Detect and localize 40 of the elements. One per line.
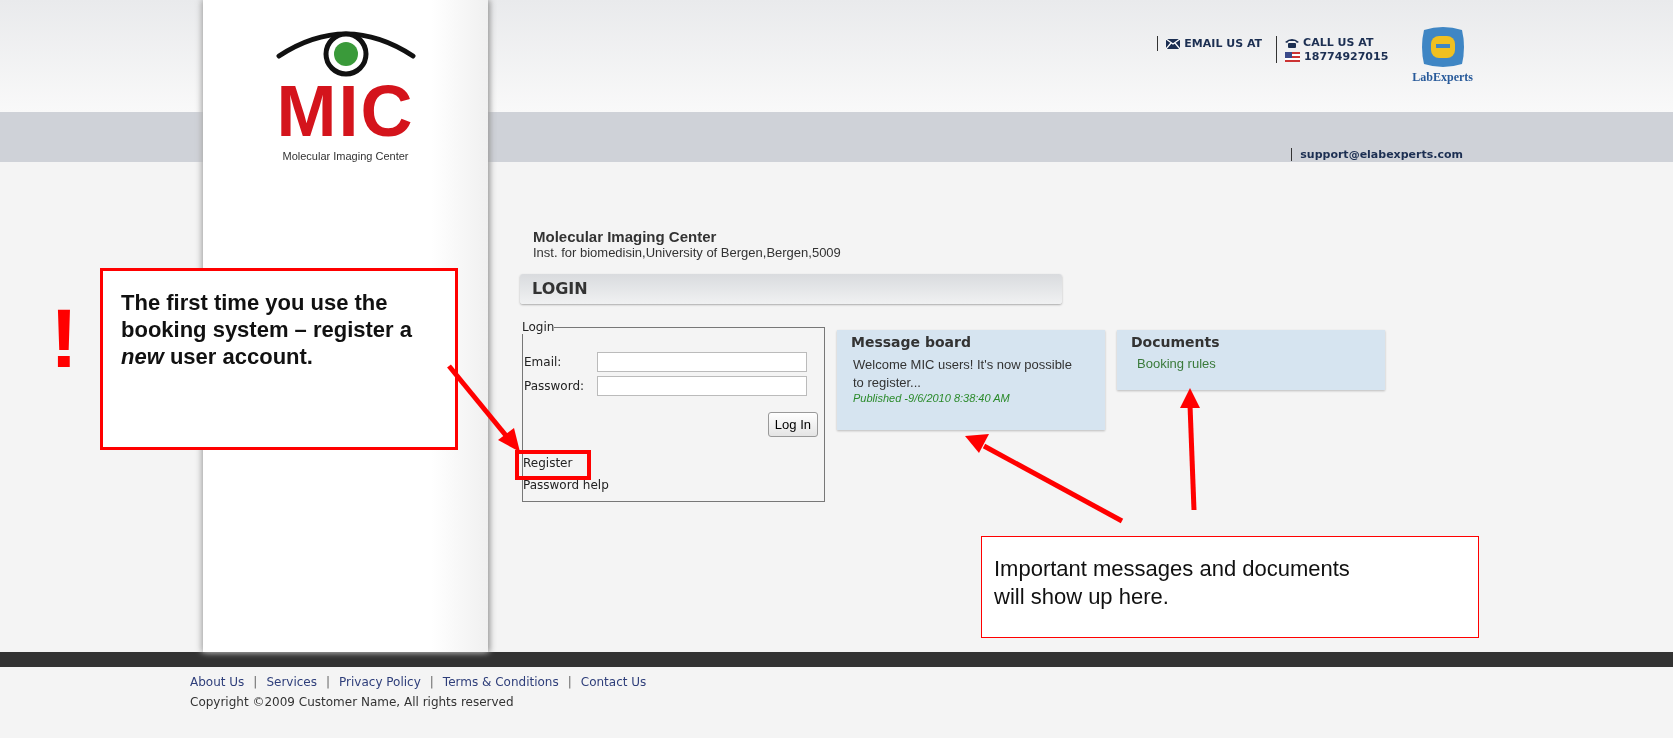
footer-link[interactable]: Services	[266, 675, 317, 689]
partner-logo-icon	[1419, 24, 1466, 70]
organization-name: Molecular Imaging Center	[533, 228, 718, 245]
phone-number[interactable]: 18774927015	[1304, 50, 1389, 63]
login-legend: Login	[522, 320, 555, 334]
logo-title: MIC	[276, 78, 415, 144]
copyright-text: Copyright ©2009 Customer Name, All rights reserved	[190, 695, 515, 709]
panel-title: Documents	[1131, 334, 1221, 350]
envelope-icon	[1166, 38, 1181, 49]
partner-name: LabExperts	[1412, 70, 1473, 85]
field-label: Email:	[523, 355, 563, 369]
panel-title: Message board	[851, 334, 972, 350]
link-separator: |	[253, 675, 258, 689]
telephone-icon	[1285, 37, 1300, 48]
input-field[interactable]	[597, 376, 807, 396]
login-link[interactable]: Register	[523, 456, 573, 470]
email-label: EMAIL US AT	[1184, 37, 1263, 50]
organization-address: Inst. for biomedisin,University of Bergen,Bergen,5009	[533, 245, 842, 260]
login-link[interactable]: Password help	[523, 478, 609, 492]
link-separator: |	[326, 675, 331, 689]
callout-note: The first time you use the booking system – register a new user account.	[100, 268, 458, 450]
link-separator: |	[567, 675, 572, 689]
login-heading: LOGIN	[520, 274, 1062, 304]
message-text[interactable]: Welcome MIC users! It's now possible to register...	[851, 356, 1075, 392]
document-link[interactable]: Booking rules	[1131, 356, 1373, 371]
footer-link[interactable]: Privacy Policy	[339, 675, 421, 689]
flag-icon	[1285, 51, 1301, 62]
logo-subtitle: Molecular Imaging Center	[282, 150, 409, 162]
field-label: Password:	[523, 379, 586, 393]
input-field[interactable]	[597, 352, 807, 372]
support-email-link[interactable]: support@elabexperts.com	[1300, 148, 1463, 161]
link-separator: |	[429, 675, 434, 689]
footer-link[interactable]: Terms & Conditions	[442, 675, 559, 689]
call-label: CALL US AT	[1303, 36, 1374, 49]
callout-note: Important messages and documents will show up here.	[981, 536, 1479, 638]
published-date: Published -9/6/2010 8:38:40 AM	[852, 392, 1011, 404]
footer-link[interactable]: About Us	[190, 675, 245, 689]
exclamation-mark: !	[50, 296, 78, 380]
footer-link[interactable]: Contact Us	[580, 675, 647, 689]
login-button[interactable]: Log In	[767, 412, 818, 437]
